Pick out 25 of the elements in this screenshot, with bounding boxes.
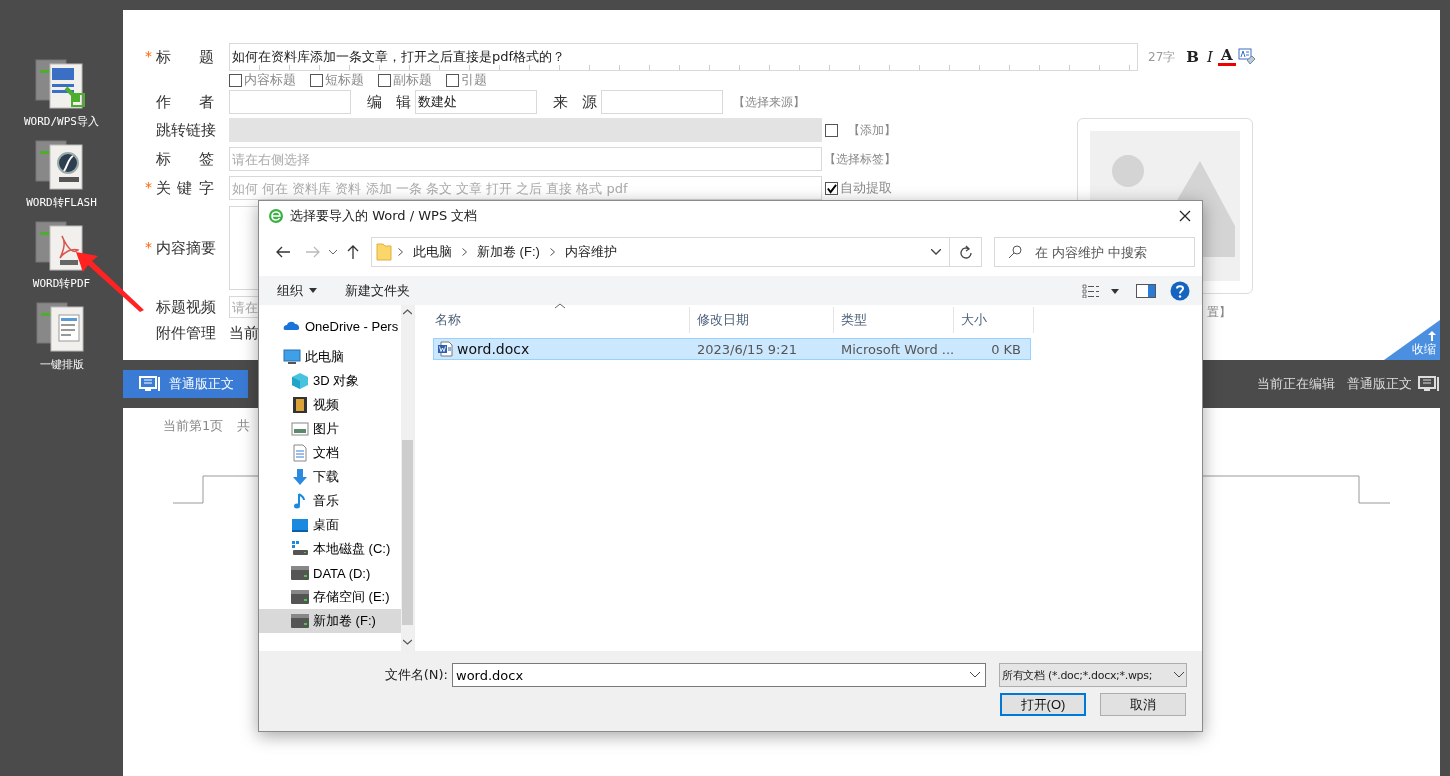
- file-date: 2023/6/15 9:21: [696, 341, 798, 357]
- field-label: 编 辑: [367, 92, 411, 112]
- required-mark: *: [145, 178, 153, 197]
- dialog-title: 选择要导入的 Word / WPS 文档: [290, 207, 478, 225]
- required-mark: *: [145, 47, 153, 66]
- field-label: 关 键 字: [156, 178, 214, 198]
- field-label: 跳转链接: [156, 120, 214, 140]
- file-name-label: 文件名(N):: [383, 666, 448, 684]
- field-label: 作 者: [156, 92, 214, 112]
- attachment-status: 当前: [229, 323, 259, 343]
- file-size: 0 KB: [990, 341, 1022, 357]
- required-mark: *: [145, 238, 153, 257]
- field-label: 标 题: [156, 47, 214, 67]
- field-label: 附件管理: [156, 323, 214, 343]
- field-label: 标题视频: [156, 297, 214, 317]
- page-total: 共: [237, 417, 251, 435]
- char-count: 27字: [1148, 48, 1176, 66]
- field-label: 来 源: [553, 92, 597, 112]
- field-label: 内容摘要: [156, 238, 214, 258]
- field-label: 标 签: [156, 149, 214, 169]
- status-text: 当前正在编辑: [1257, 375, 1335, 393]
- file-name: word.docx: [457, 341, 530, 357]
- page-indicator: 当前第1页: [163, 417, 224, 435]
- file-type: Microsoft Word ...: [840, 341, 955, 357]
- mode-label: 普通版正文: [1347, 375, 1412, 393]
